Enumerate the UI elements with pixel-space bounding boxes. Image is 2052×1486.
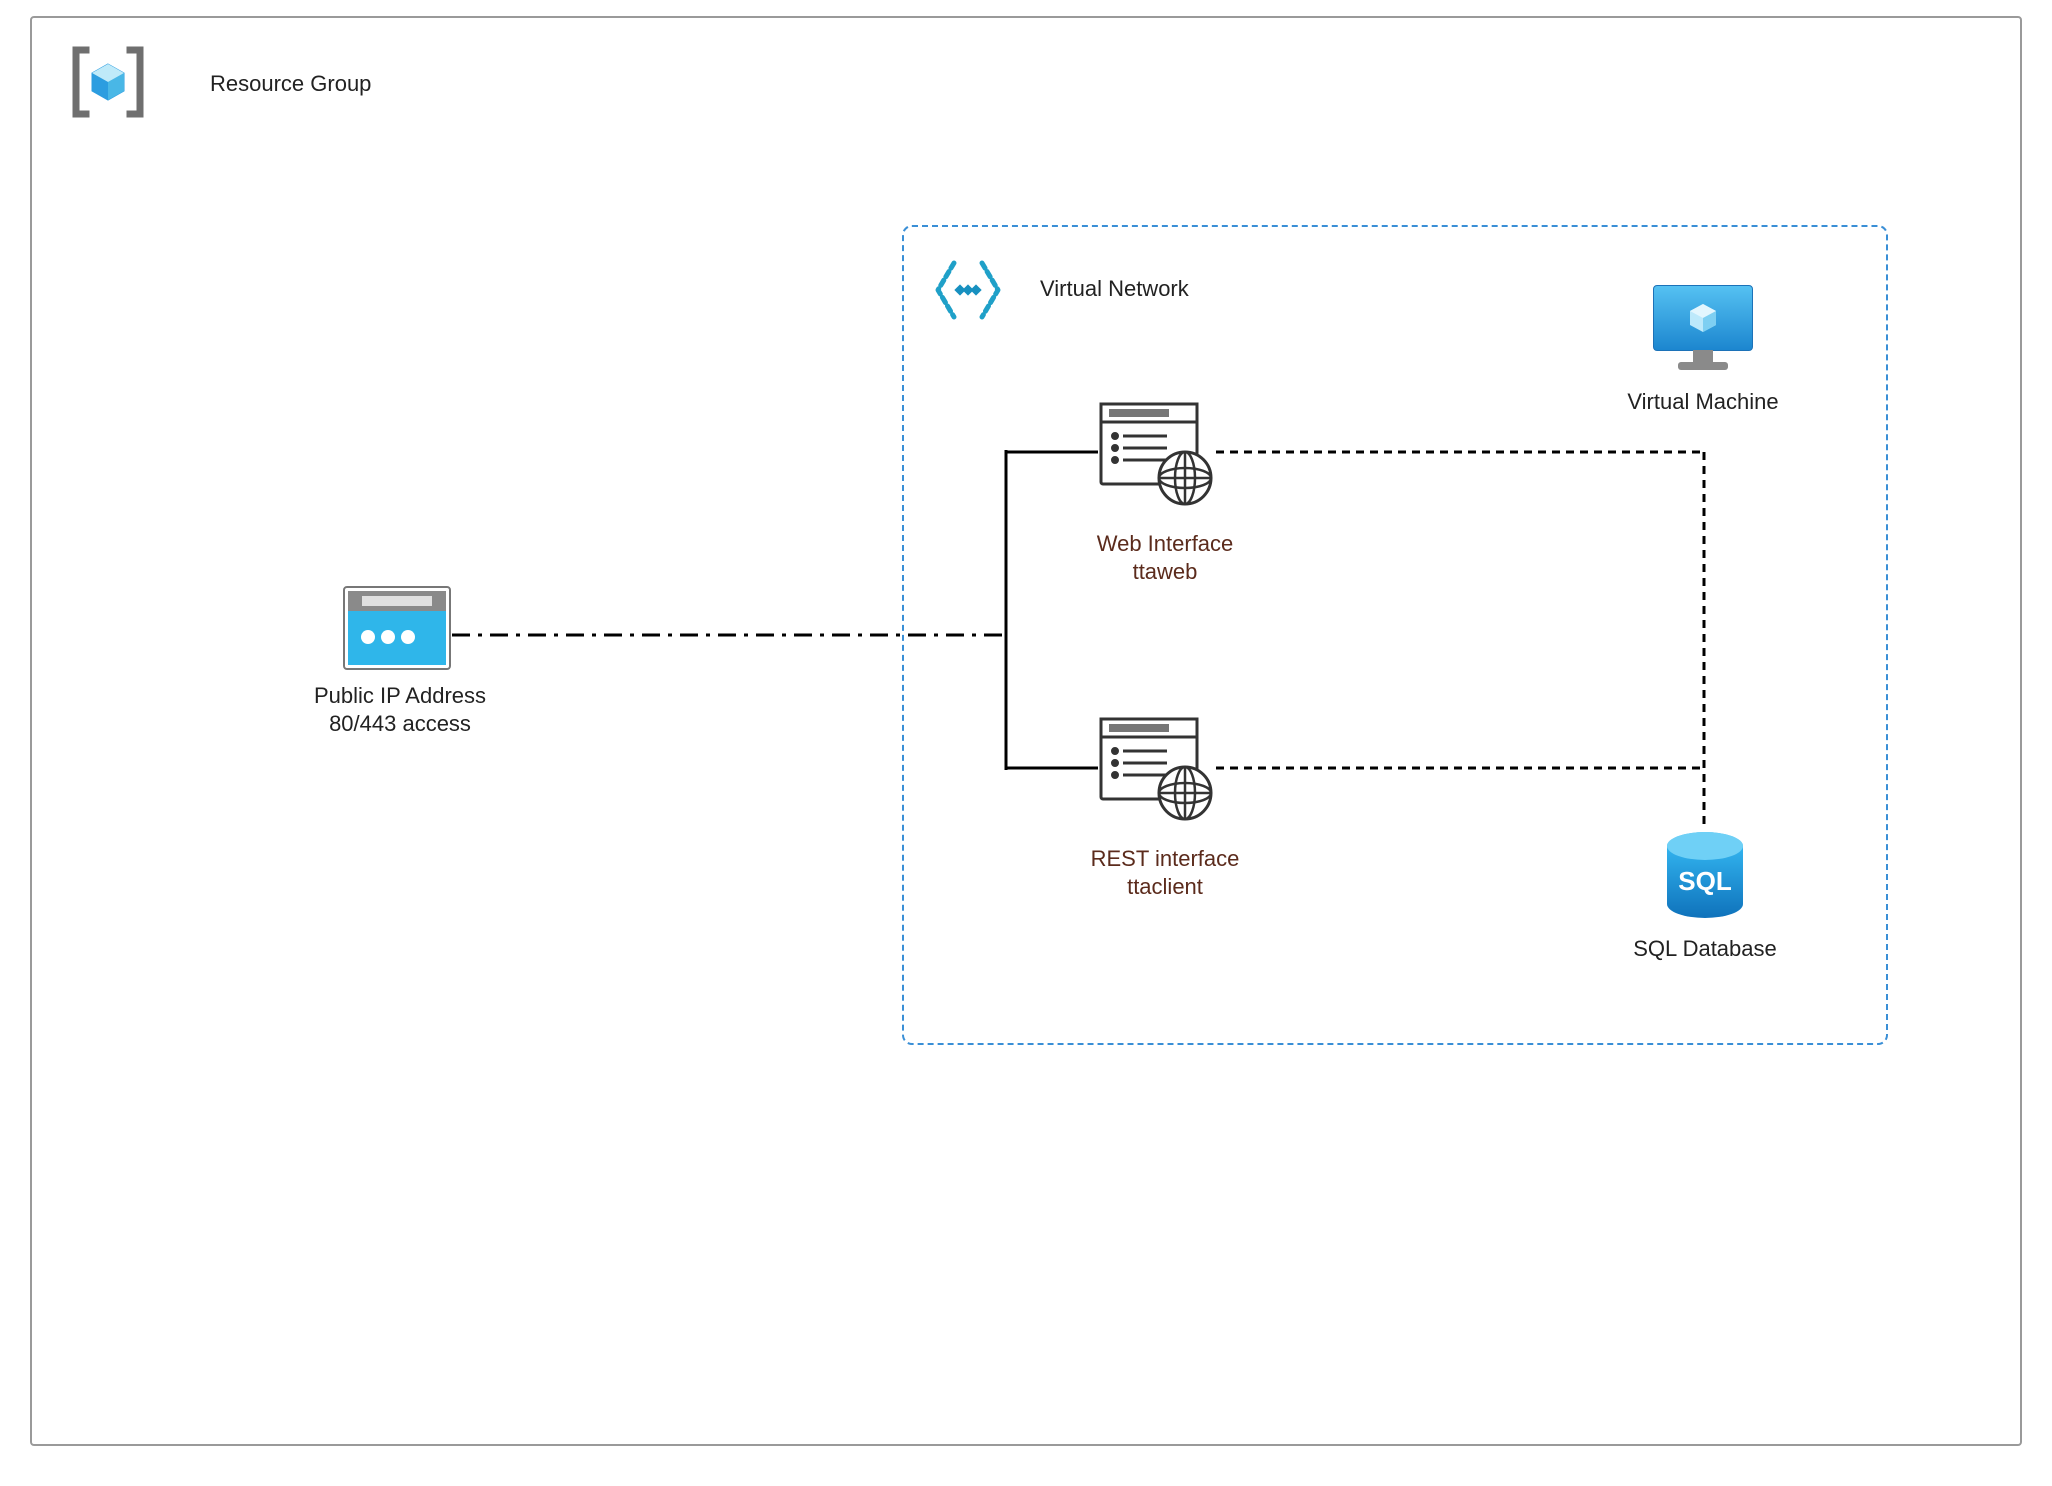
virtual-machine-icon bbox=[1648, 280, 1758, 380]
rest-interface-icon bbox=[1097, 715, 1217, 825]
connector-publicip-to-vnet bbox=[452, 625, 1007, 645]
resource-group-label: Resource Group bbox=[210, 70, 371, 99]
resource-group-icon bbox=[68, 42, 148, 122]
connector-bracket bbox=[1000, 450, 1100, 780]
sql-database-label: SQL Database bbox=[1630, 935, 1780, 964]
diagram-canvas: Resource Group Virtual Network Public IP… bbox=[0, 0, 2052, 1486]
web-interface-icon bbox=[1097, 400, 1217, 510]
virtual-machine-label: Virtual Machine bbox=[1618, 388, 1788, 417]
virtual-network-icon bbox=[928, 255, 1008, 325]
public-ip-label-1: Public IP Address bbox=[305, 682, 495, 711]
public-ip-icon bbox=[342, 585, 452, 675]
public-ip-label-2: 80/443 access bbox=[305, 710, 495, 739]
connector-dashed-network bbox=[1216, 450, 1736, 880]
virtual-network-label: Virtual Network bbox=[1040, 275, 1189, 304]
